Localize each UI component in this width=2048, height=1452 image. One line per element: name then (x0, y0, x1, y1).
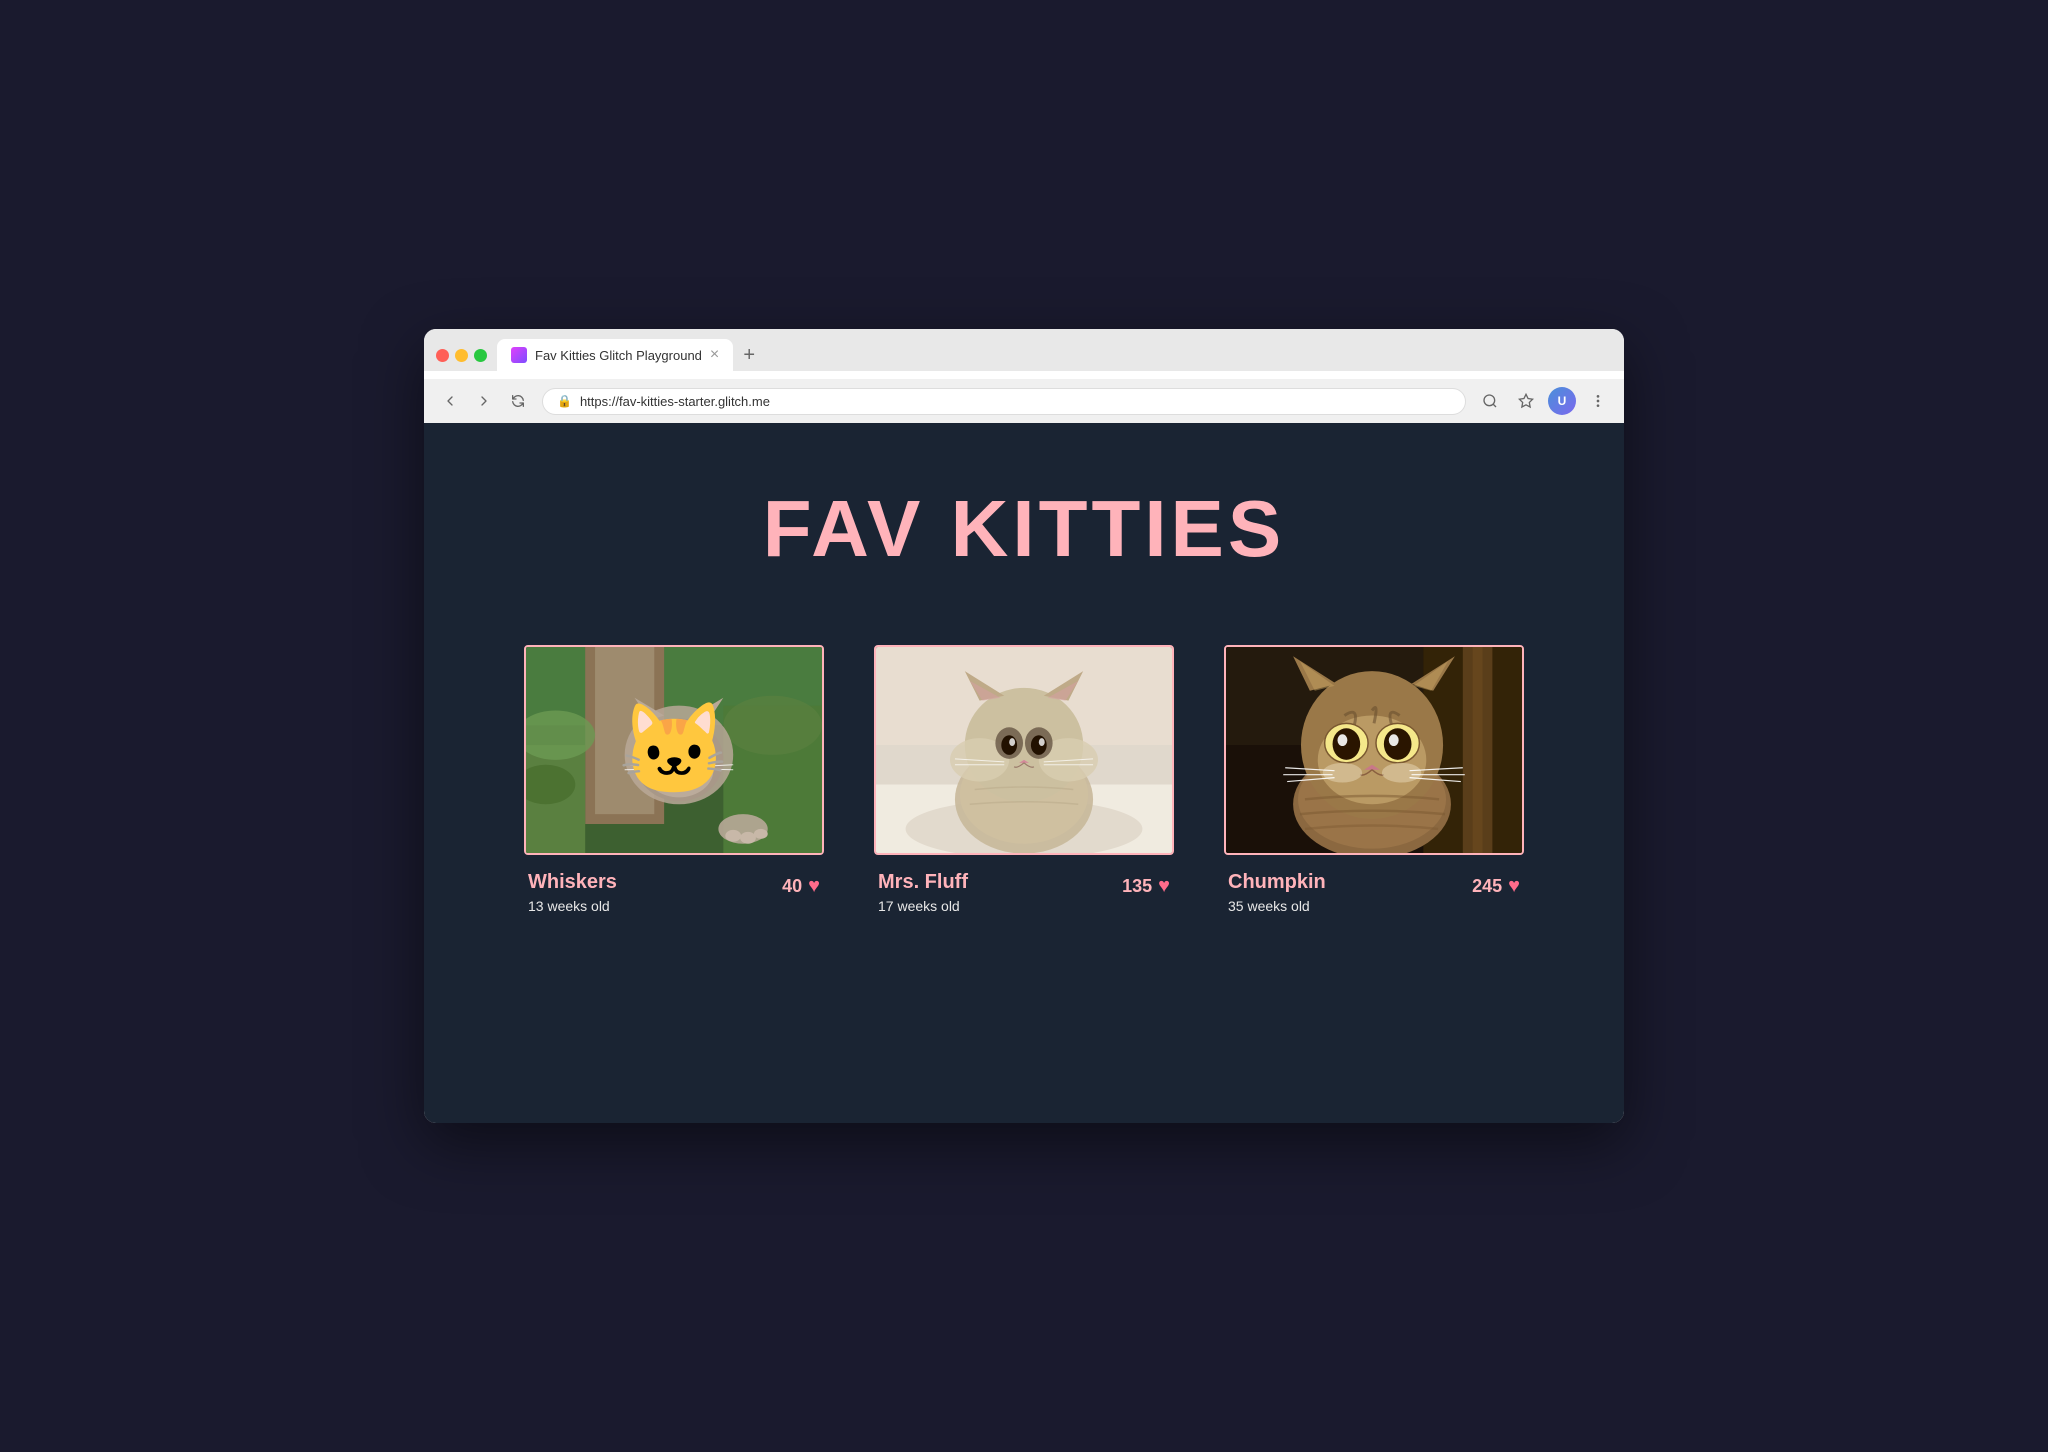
kitty-name-mrs-fluff: Mrs. Fluff (878, 871, 968, 894)
browser-window: Fav Kitties Glitch Playground × + 🔒 http… (424, 329, 1624, 1123)
heart-icon-mrs-fluff: ♥ (1158, 875, 1170, 898)
kitties-grid: Whiskers 13 weeks old 40 ♥ (524, 645, 1524, 914)
kitty-likes-whiskers[interactable]: 40 ♥ (782, 875, 820, 898)
kitty-likes-chumpkin[interactable]: 245 ♥ (1472, 875, 1520, 898)
tab-title-label: Fav Kitties Glitch Playground (535, 348, 702, 363)
traffic-lights (436, 349, 487, 362)
menu-button[interactable] (1584, 387, 1612, 415)
kitty-age-whiskers: 13 weeks old (528, 898, 617, 914)
new-tab-button[interactable]: + (735, 341, 763, 369)
kitty-likes-count-whiskers: 40 (782, 876, 802, 897)
kitty-info-whiskers: Whiskers 13 weeks old 40 ♥ (524, 871, 824, 914)
kitty-photo-chumpkin (1226, 647, 1522, 853)
tab-close-button[interactable]: × (710, 346, 719, 364)
kitty-name-whiskers: Whiskers (528, 871, 617, 894)
kitty-photo-whiskers (526, 647, 822, 853)
browser-title-bar: Fav Kitties Glitch Playground × + (436, 339, 1612, 371)
reload-button[interactable] (504, 387, 532, 415)
kitty-image-whiskers[interactable] (524, 645, 824, 855)
tab-favicon-icon (511, 347, 527, 363)
lock-icon: 🔒 (557, 394, 572, 408)
kitty-card-chumpkin: Chumpkin 35 weeks old 245 ♥ (1224, 645, 1524, 914)
kitty-age-chumpkin: 35 weeks old (1228, 898, 1326, 914)
kitty-details-mrs-fluff: Mrs. Fluff 17 weeks old (878, 871, 968, 914)
toolbar-actions: U (1476, 387, 1612, 415)
page-title: FAV KITTIES (763, 483, 1286, 575)
kitty-likes-mrs-fluff[interactable]: 135 ♥ (1122, 875, 1170, 898)
kitty-card-mrs-fluff: Mrs. Fluff 17 weeks old 135 ♥ (874, 645, 1174, 914)
kitty-info-chumpkin: Chumpkin 35 weeks old 245 ♥ (1224, 871, 1524, 914)
kitty-details-chumpkin: Chumpkin 35 weeks old (1228, 871, 1326, 914)
forward-button[interactable] (470, 387, 498, 415)
kitty-likes-count-chumpkin: 245 (1472, 876, 1502, 897)
kitty-card-whiskers: Whiskers 13 weeks old 40 ♥ (524, 645, 824, 914)
traffic-light-minimize[interactable] (455, 349, 468, 362)
browser-tabs: Fav Kitties Glitch Playground × + (497, 339, 1612, 371)
profile-avatar[interactable]: U (1548, 387, 1576, 415)
browser-toolbar: 🔒 https://fav-kitties-starter.glitch.me … (424, 379, 1624, 423)
heart-icon-chumpkin: ♥ (1508, 875, 1520, 898)
url-text: https://fav-kitties-starter.glitch.me (580, 394, 770, 409)
kitty-image-chumpkin[interactable] (1224, 645, 1524, 855)
kitty-age-mrs-fluff: 17 weeks old (878, 898, 968, 914)
browser-chrome: Fav Kitties Glitch Playground × + (424, 329, 1624, 371)
kitty-details-whiskers: Whiskers 13 weeks old (528, 871, 617, 914)
nav-buttons (436, 387, 532, 415)
traffic-light-maximize[interactable] (474, 349, 487, 362)
kitty-likes-count-mrs-fluff: 135 (1122, 876, 1152, 897)
page-content: FAV KITTIES (424, 423, 1624, 1123)
search-button[interactable] (1476, 387, 1504, 415)
kitty-photo-mrs-fluff (876, 647, 1172, 853)
address-bar[interactable]: 🔒 https://fav-kitties-starter.glitch.me (542, 388, 1466, 415)
bookmark-button[interactable] (1512, 387, 1540, 415)
kitty-image-mrs-fluff[interactable] (874, 645, 1174, 855)
heart-icon-whiskers: ♥ (808, 875, 820, 898)
back-button[interactable] (436, 387, 464, 415)
traffic-light-close[interactable] (436, 349, 449, 362)
active-tab[interactable]: Fav Kitties Glitch Playground × (497, 339, 733, 371)
kitty-info-mrs-fluff: Mrs. Fluff 17 weeks old 135 ♥ (874, 871, 1174, 914)
kitty-name-chumpkin: Chumpkin (1228, 871, 1326, 894)
